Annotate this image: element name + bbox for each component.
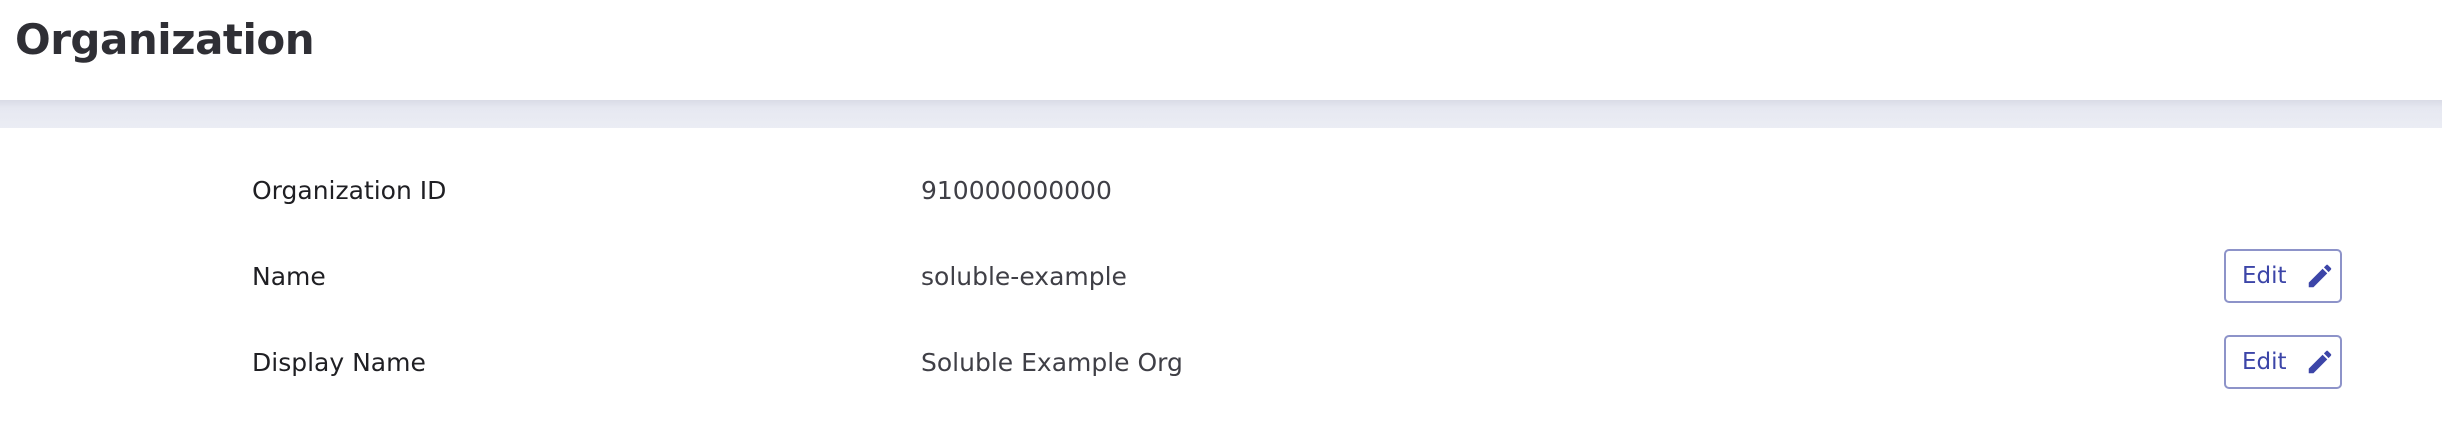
edit-display-name-button[interactable]: Edit [2224,335,2342,389]
edit-button-label: Edit [2242,349,2287,375]
pencil-icon [2305,261,2335,291]
row-value: Soluble Example Org [921,348,1183,377]
row-label: Display Name [252,348,426,377]
edit-button-label: Edit [2242,263,2287,289]
header-divider [0,100,2442,128]
row-value: 910000000000 [921,176,1112,205]
detail-row-name: Name soluble-example Edit [0,234,2442,320]
detail-row-display-name: Display Name Soluble Example Org Edit [0,320,2442,406]
page-header: Organization [0,0,2442,100]
row-label: Organization ID [252,176,447,205]
edit-name-button[interactable]: Edit [2224,249,2342,303]
pencil-icon [2305,347,2335,377]
row-label: Name [252,262,326,291]
page-title: Organization [15,15,315,64]
detail-row-organization-id: Organization ID 910000000000 [0,148,2442,234]
organization-details: Organization ID 910000000000 Name solubl… [0,128,2442,428]
row-value: soluble-example [921,262,1127,291]
